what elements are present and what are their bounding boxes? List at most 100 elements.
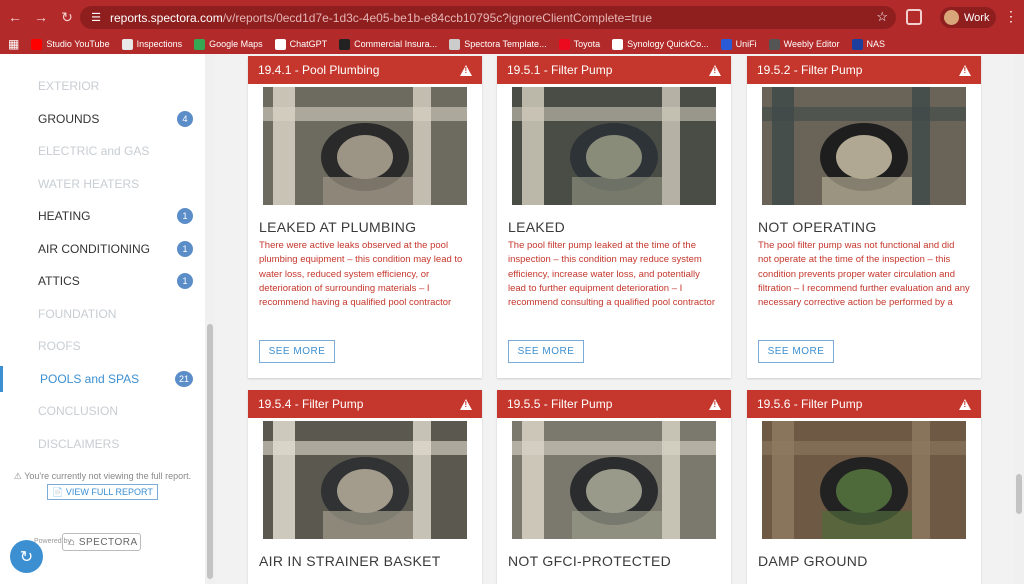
sidebar-item-label: ATTICS — [38, 274, 80, 288]
sidebar-item-label: GROUNDS — [38, 111, 100, 126]
bookmark-star-icon[interactable]: ☆ — [876, 9, 888, 25]
sidebar-item-heating[interactable]: HEATING 1 — [0, 203, 205, 229]
sidebar-item-label: ELECTRIC and GAS — [38, 144, 150, 158]
profile-label: Work — [964, 11, 990, 24]
bookmark-item[interactable]: ChatGPT — [274, 38, 328, 50]
defect-photo[interactable] — [263, 421, 467, 539]
warning-icon — [959, 64, 971, 76]
more-menu-icon[interactable]: ⋮ — [1004, 8, 1018, 25]
defect-card: 19.5.1 - Filter Pump LEAKED The pool filte… — [497, 56, 731, 378]
sidebar-item-label: HEATING — [38, 209, 91, 223]
main-scroll-thumb[interactable] — [1016, 474, 1022, 514]
sidebar-item-label: CONCLUSION — [38, 404, 119, 418]
defect-card-header: 19.5.6 - Filter Pump — [747, 390, 981, 418]
bookmark-item[interactable]: Google Maps — [194, 38, 263, 50]
sidebar-item-label: POOLS and SPAS — [40, 371, 140, 386]
sidebar-item-label: ROOFS — [38, 339, 81, 353]
sidebar-item-label: EXTERIOR — [38, 79, 100, 93]
sidebar-item-attics[interactable]: ATTICS 1 — [0, 268, 205, 294]
defect-title: NOT OPERATING — [758, 219, 877, 235]
bookmark-favicon-icon — [558, 38, 570, 50]
reload-icon[interactable]: ↻ — [56, 6, 78, 28]
apps-grid-icon[interactable]: ▦ — [8, 37, 19, 51]
report-content: 19.4.1 - Pool Plumbing LEAKED AT PLUMBING… — [215, 54, 1014, 584]
main-scrollbar[interactable] — [1014, 54, 1024, 584]
sidebar-scroll-thumb[interactable] — [207, 324, 213, 579]
sidebar-item-conclusion[interactable]: CONCLUSION — [0, 398, 205, 424]
forward-arrow-icon[interactable]: → — [30, 6, 52, 28]
sidebar-item-roofs[interactable]: ROOFS — [0, 333, 205, 359]
defect-card: 19.4.1 - Pool Plumbing LEAKED AT PLUMBING… — [248, 56, 482, 378]
see-more-button[interactable]: SEE MORE — [758, 340, 834, 363]
sidebar-item-grounds[interactable]: GROUNDS 4 — [0, 106, 205, 132]
defect-card-section: 19.5.1 - Filter Pump — [507, 63, 613, 77]
see-more-button[interactable]: SEE MORE — [508, 340, 584, 363]
bookmark-label: Toyota — [573, 39, 601, 49]
bookmark-item[interactable]: Commercial Insura... — [339, 38, 437, 50]
defect-card-section: 19.5.2 - Filter Pump — [757, 63, 863, 77]
sidebar-item-disclaimers[interactable]: DISCLAIMERS — [0, 431, 205, 457]
inspection-photo — [762, 87, 966, 205]
count-badge: 21 — [175, 370, 193, 387]
sidebar-item-pools-and-spas[interactable]: POOLS and SPAS 21 — [0, 365, 205, 392]
url-text[interactable]: reports.spectora.com/v/reports/0ecd1d7e-… — [110, 11, 652, 25]
inspection-photo — [263, 421, 467, 539]
sidebar-item-air-conditioning[interactable]: AIR CONDITIONING 1 — [0, 236, 205, 262]
inspection-photo — [512, 87, 716, 205]
bookmark-favicon-icon — [851, 38, 863, 50]
defect-card: 19.5.5 - Filter Pump NOT GFCI-PROTECTED — [497, 390, 731, 584]
address-bar[interactable]: ☰ reports.spectora.com/v/reports/0ecd1d7… — [80, 6, 896, 29]
defect-card-section: 19.5.6 - Filter Pump — [757, 397, 863, 411]
sidebar-item-electric-and-gas[interactable]: ELECTRIC and GAS — [0, 138, 205, 164]
bookmark-item[interactable]: Studio YouTube — [31, 38, 110, 50]
defect-photo[interactable] — [512, 421, 716, 539]
bookmark-favicon-icon — [274, 38, 286, 50]
defect-photo[interactable] — [512, 87, 716, 205]
bookmark-label: Studio YouTube — [46, 39, 110, 49]
inspection-photo — [762, 421, 966, 539]
refresh-fab-button[interactable]: ↻ — [10, 540, 43, 573]
sidebar-scrollbar[interactable] — [205, 54, 215, 584]
bookmark-item[interactable]: NAS — [851, 38, 886, 50]
see-more-button[interactable]: SEE MORE — [259, 340, 335, 363]
view-full-report-button[interactable]: 📄 VIEW FULL REPORT — [47, 484, 158, 500]
defect-card-section: 19.5.4 - Filter Pump — [258, 397, 364, 411]
browser-toolbar: ← → ↻ ☰ reports.spectora.com/v/reports/0… — [0, 0, 1024, 34]
bookmark-item[interactable]: UniFi — [720, 38, 757, 50]
defect-title: DAMP GROUND — [758, 553, 868, 569]
bookmark-label: Synology QuickCo... — [627, 39, 709, 49]
avatar — [944, 10, 959, 25]
defect-card-header: 19.5.5 - Filter Pump — [497, 390, 731, 418]
sidebar-item-water-heaters[interactable]: WATER HEATERS — [0, 171, 205, 197]
bookmark-item[interactable]: Weebly Editor — [768, 38, 840, 50]
sidebar-item-exterior[interactable]: EXTERIOR — [0, 73, 205, 99]
spectora-logo[interactable]: ⌂ SPECTORA — [62, 533, 141, 551]
bookmark-label: NAS — [866, 39, 886, 49]
defect-photo[interactable] — [762, 87, 966, 205]
sidebar-item-foundation[interactable]: FOUNDATION — [0, 301, 205, 327]
defect-card-header: 19.5.4 - Filter Pump — [248, 390, 482, 418]
defect-photo[interactable] — [263, 87, 467, 205]
defect-card-header: 19.5.2 - Filter Pump — [747, 56, 981, 84]
bookmark-favicon-icon — [31, 38, 43, 50]
count-badge: 1 — [177, 240, 193, 257]
bookmark-label: ChatGPT — [289, 39, 328, 49]
back-arrow-icon[interactable]: ← — [4, 6, 26, 28]
bookmark-item[interactable]: Toyota — [558, 38, 601, 50]
warning-icon — [709, 64, 721, 76]
bookmark-label: Inspections — [136, 39, 183, 49]
bookmark-item[interactable]: Inspections — [121, 38, 183, 50]
site-info-icon[interactable]: ☰ — [88, 10, 104, 26]
profile-button[interactable]: Work — [940, 7, 996, 28]
defect-photo[interactable] — [762, 421, 966, 539]
warning-icon — [709, 398, 721, 410]
defect-description: There were active leaks observed at the … — [259, 240, 463, 309]
bookmark-label: UniFi — [735, 39, 757, 49]
bookmark-label: Spectora Template... — [464, 39, 547, 49]
bookmark-item[interactable]: Spectora Template... — [449, 38, 547, 50]
extensions-icon[interactable] — [906, 9, 922, 25]
defect-card-section: 19.5.5 - Filter Pump — [507, 397, 613, 411]
defect-card-section: 19.4.1 - Pool Plumbing — [258, 63, 380, 77]
bookmark-favicon-icon — [339, 38, 351, 50]
bookmark-item[interactable]: Synology QuickCo... — [612, 38, 709, 50]
